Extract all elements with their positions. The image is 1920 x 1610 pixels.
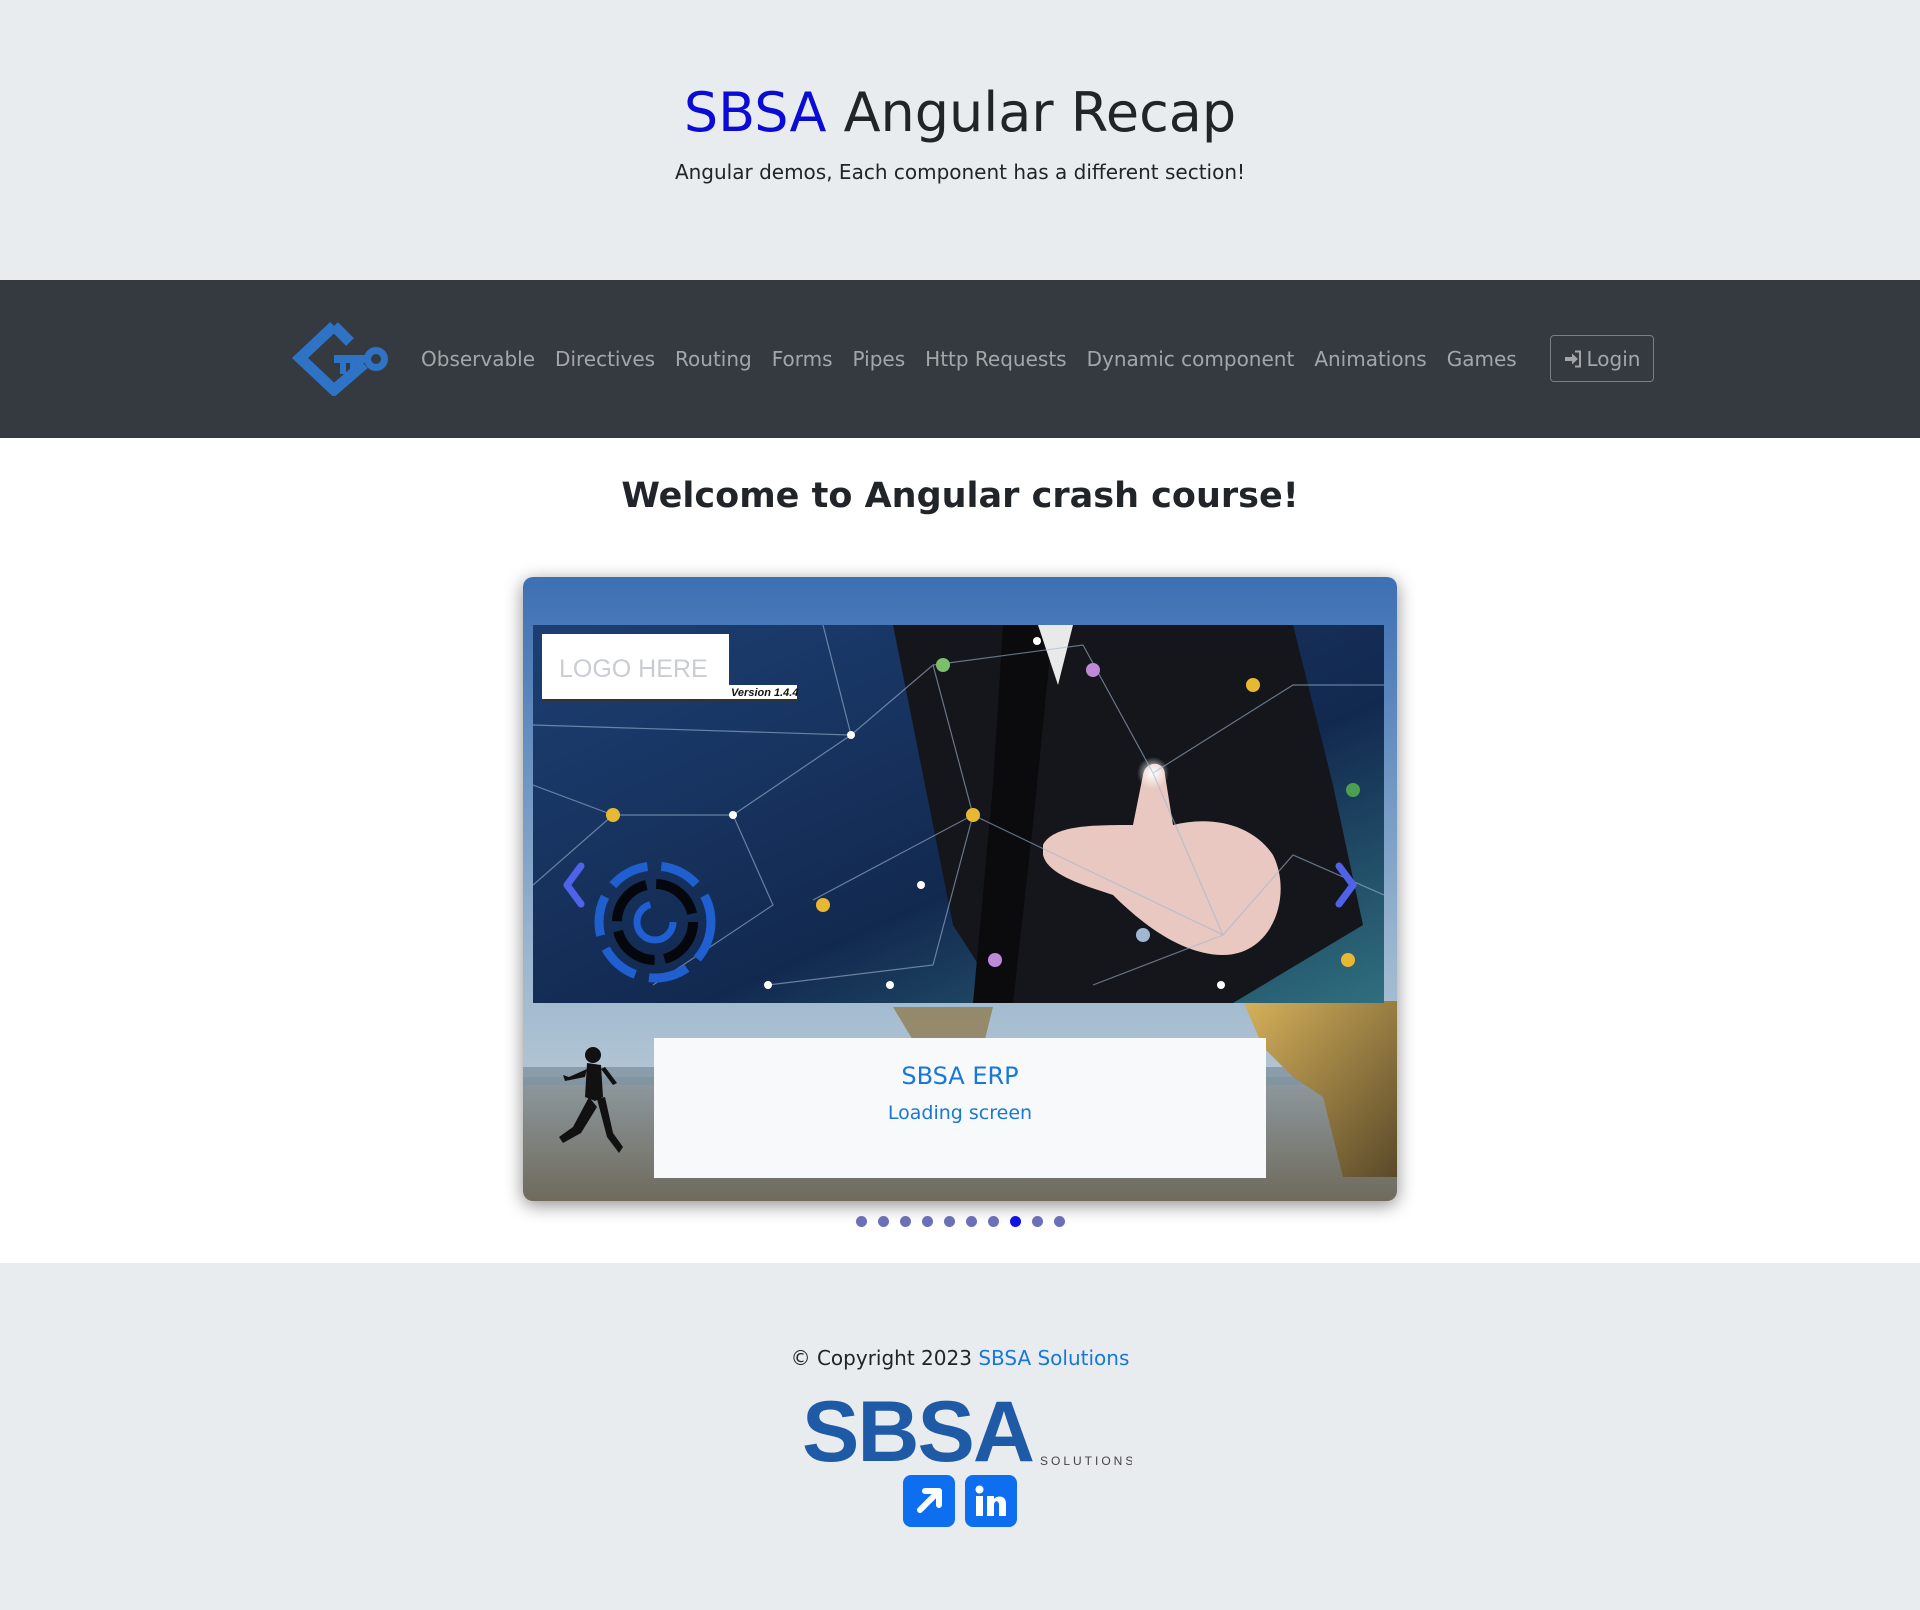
copyright-prefix: © Copyright 2023 xyxy=(790,1346,979,1370)
sbsa-logo: SBSA SOLUTIONS xyxy=(802,1391,1132,1471)
caption-title: SBSA ERP xyxy=(901,1062,1019,1090)
footer-logo-text: SBSA xyxy=(802,1391,1033,1471)
nav-link-routing[interactable]: Routing xyxy=(665,347,762,371)
carousel-indicator-dot[interactable] xyxy=(965,1216,977,1227)
linkedin-button[interactable] xyxy=(965,1475,1017,1527)
slide-image: LOGO HERE Version 1.4.4 xyxy=(533,625,1384,1003)
carousel-indicator-dot[interactable] xyxy=(921,1216,933,1227)
nav-link-http-requests[interactable]: Http Requests xyxy=(915,347,1076,371)
footer-logo-sub: SOLUTIONS xyxy=(1040,1454,1132,1468)
page-title-rest: Angular Recap xyxy=(826,81,1237,144)
main-content: Welcome to Angular crash course! LOGO HE… xyxy=(0,438,1920,1263)
carousel-indicators xyxy=(0,1216,1920,1227)
nav-link-dynamic-component[interactable]: Dynamic component xyxy=(1077,347,1305,371)
sign-in-icon xyxy=(1564,350,1581,367)
carousel-indicator-dot[interactable] xyxy=(1009,1216,1021,1227)
hero-section: SBSA Angular Recap Angular demos, Each c… xyxy=(0,0,1920,280)
nav-link-forms[interactable]: Forms xyxy=(762,347,843,371)
welcome-heading: Welcome to Angular crash course! xyxy=(621,476,1299,516)
caption-text: Loading screen xyxy=(887,1102,1033,1124)
navbar: Observable Directives Routing Forms Pipe… xyxy=(0,280,1920,438)
nav-link-animations[interactable]: Animations xyxy=(1304,347,1436,371)
chevron-right-icon[interactable] xyxy=(1333,860,1361,910)
social-links xyxy=(903,1475,1017,1527)
nav-link-observable[interactable]: Observable xyxy=(421,347,545,371)
carousel-indicator-dot[interactable] xyxy=(943,1216,955,1227)
copyright-text: © Copyright 2023 SBSA Solutions xyxy=(0,1346,1920,1370)
carousel-indicator-dot[interactable] xyxy=(987,1216,999,1227)
page-title-brand: SBSA xyxy=(683,81,827,144)
carousel-indicator-dot[interactable] xyxy=(899,1216,911,1227)
page-subtitle: Angular demos, Each component has a diff… xyxy=(674,160,1246,184)
carousel-indicator-dot[interactable] xyxy=(1031,1216,1043,1227)
carousel-indicator-dot[interactable] xyxy=(877,1216,889,1227)
version-text: Version 1.4.4 xyxy=(731,687,798,699)
page-title: SBSA Angular Recap xyxy=(0,78,1920,148)
nav-links: Observable Directives Routing Forms Pipe… xyxy=(421,280,1527,438)
company-link[interactable]: SBSA Solutions xyxy=(978,1346,1129,1370)
login-button[interactable]: Login xyxy=(1550,335,1654,382)
carousel-caption: SBSA ERP Loading screen xyxy=(654,1038,1266,1178)
image-carousel[interactable]: LOGO HERE Version 1.4.4 SBSA ERP Loading… xyxy=(523,577,1397,1201)
nav-link-pipes[interactable]: Pipes xyxy=(843,347,916,371)
chevron-left-icon[interactable] xyxy=(559,860,587,910)
login-button-label: Login xyxy=(1586,346,1641,371)
logo-placeholder-text: LOGO HERE xyxy=(559,655,708,683)
carousel-indicator-dot[interactable] xyxy=(1053,1216,1065,1227)
carousel-indicator-dot[interactable] xyxy=(855,1216,867,1227)
external-link-icon xyxy=(917,1488,942,1513)
linkedin-icon xyxy=(975,1485,1006,1516)
nav-link-games[interactable]: Games xyxy=(1437,347,1527,371)
external-link-button[interactable] xyxy=(903,1475,955,1527)
nav-link-directives[interactable]: Directives xyxy=(545,347,665,371)
footer: © Copyright 2023 SBSA Solutions SBSA SOL… xyxy=(0,1263,1920,1610)
key-diamond-logo-icon[interactable] xyxy=(288,320,392,396)
